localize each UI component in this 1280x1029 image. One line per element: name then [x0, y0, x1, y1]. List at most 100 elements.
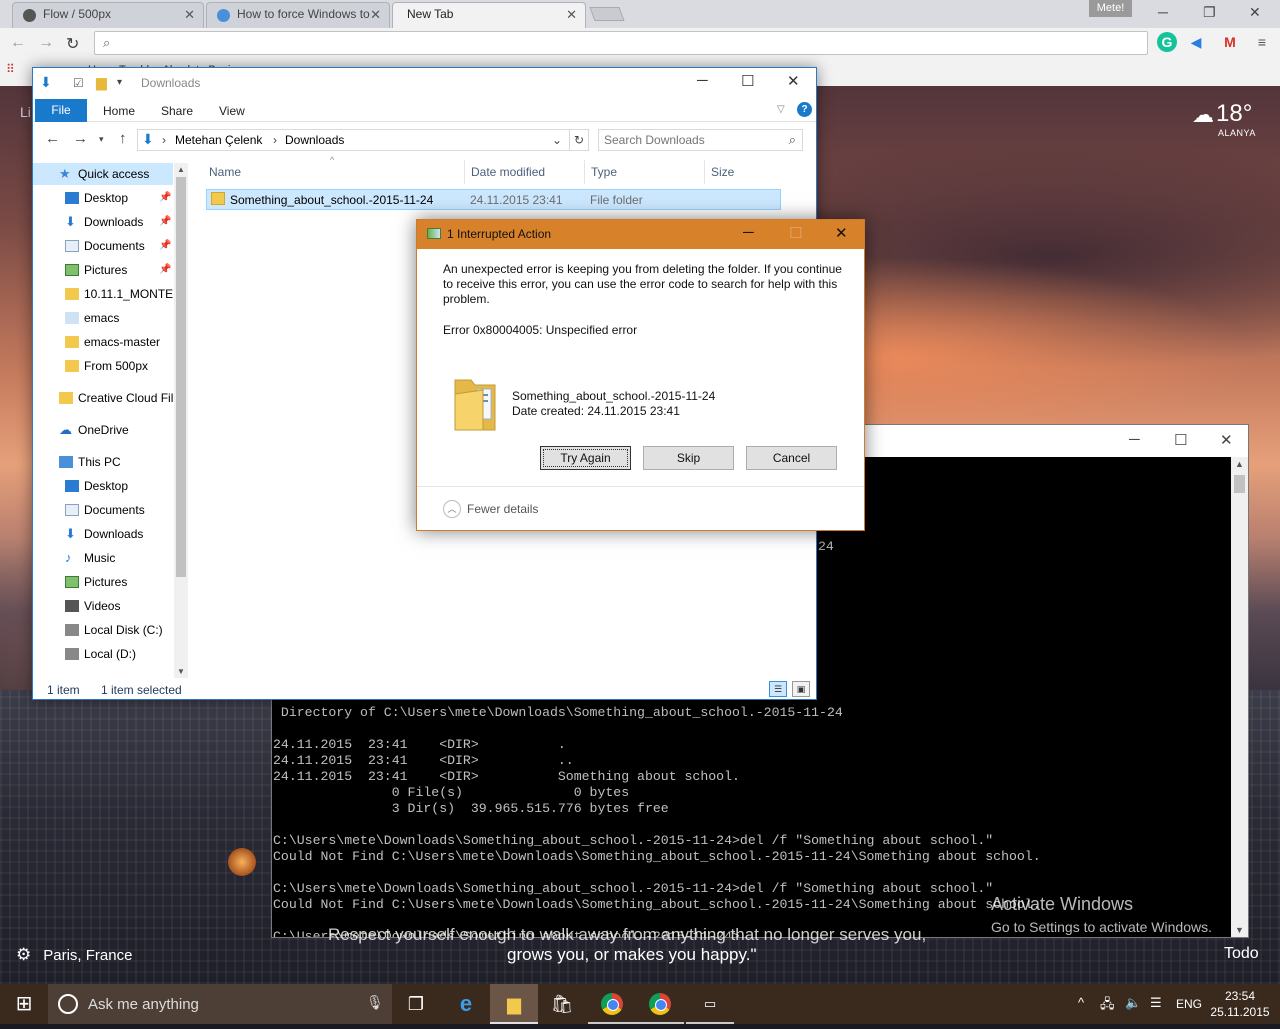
- network-icon[interactable]: 🖧: [1100, 995, 1115, 1017]
- microphone-icon[interactable]: 🎙: [366, 994, 384, 1011]
- nav-item-downloads[interactable]: ⬇ Downloads 📌: [33, 211, 173, 233]
- browser-tab-newtab[interactable]: New Tab ✕: [392, 2, 586, 28]
- nav-item-desktop[interactable]: Desktop: [33, 475, 173, 497]
- console-scrollbar[interactable]: ▲ ▼: [1231, 457, 1248, 937]
- nav-item-pictures[interactable]: Pictures: [33, 571, 173, 593]
- nav-item-desktop[interactable]: Desktop 📌: [33, 187, 173, 209]
- nav-item-documents[interactable]: Documents 📌: [33, 235, 173, 257]
- reload-icon[interactable]: ↻: [66, 34, 79, 54]
- file-explorer-icon[interactable]: ▆: [490, 984, 538, 1024]
- nav-scrollbar[interactable]: ▲ ▼: [174, 163, 188, 678]
- column-divider[interactable]: [464, 160, 465, 184]
- address-bar[interactable]: ⌕: [94, 31, 1148, 55]
- refresh-icon[interactable]: ↻: [569, 129, 589, 151]
- explorer-address-bar[interactable]: ⬇ › Metehan Çelenk › Downloads ⌄: [137, 129, 589, 151]
- file-row[interactable]: Something_about_school.-2015-11-24 24.11…: [206, 189, 781, 210]
- try-again-button[interactable]: Try Again: [540, 446, 631, 470]
- new-tab-button[interactable]: [589, 7, 625, 21]
- column-name[interactable]: Name: [209, 165, 241, 179]
- ribbon-tab-share[interactable]: Share: [161, 104, 193, 118]
- chrome-profile-icon[interactable]: [636, 984, 684, 1024]
- nav-item-documents[interactable]: Documents: [33, 499, 173, 521]
- ribbon-tab-home[interactable]: Home: [103, 104, 135, 118]
- chevron-down-icon[interactable]: ⌄: [552, 133, 562, 147]
- nav-item-downloads[interactable]: ⬇ Downloads: [33, 523, 173, 545]
- close-tab-icon[interactable]: ✕: [566, 3, 577, 26]
- gmail-extension-icon[interactable]: M: [1220, 32, 1240, 52]
- large-icons-view-icon[interactable]: ▣: [792, 681, 810, 697]
- breadcrumb-user[interactable]: Metehan Çelenk: [175, 133, 262, 147]
- windows-start-icon[interactable]: ⊞: [0, 984, 48, 1024]
- browser-tab-howto[interactable]: How to force Windows to ✕: [206, 2, 390, 28]
- close-icon[interactable]: ✕: [787, 72, 800, 90]
- megaphone-extension-icon[interactable]: ◀: [1186, 32, 1206, 52]
- minimize-icon[interactable]: ─: [697, 72, 708, 89]
- properties-icon[interactable]: ☑: [73, 76, 84, 90]
- back-arrow-icon[interactable]: ←: [10, 34, 26, 52]
- column-divider[interactable]: [584, 160, 585, 184]
- nav-item-10-11-1-montez[interactable]: 10.11.1_MONTEZ: [33, 283, 173, 305]
- nav-item-pictures[interactable]: Pictures 📌: [33, 259, 173, 281]
- action-center-icon[interactable]: ☰: [1150, 995, 1162, 1011]
- nav-item-emacs-master[interactable]: emacs-master: [33, 331, 173, 353]
- close-icon[interactable]: ✕: [835, 224, 848, 242]
- search-input[interactable]: [604, 133, 774, 147]
- up-arrow-icon[interactable]: ↑: [119, 130, 127, 147]
- nav-item-videos[interactable]: Videos: [33, 595, 173, 617]
- help-icon[interactable]: ?: [797, 102, 812, 117]
- minimize-icon[interactable]: ─: [1158, 4, 1168, 20]
- scrollbar-thumb[interactable]: [1234, 475, 1245, 493]
- ribbon-file-tab[interactable]: File: [35, 99, 87, 122]
- maximize-icon[interactable]: ☐: [741, 72, 754, 90]
- column-divider[interactable]: [704, 160, 705, 184]
- scrollbar-thumb[interactable]: [176, 177, 186, 577]
- command-prompt-icon[interactable]: ▭: [686, 984, 734, 1024]
- maximize-icon[interactable]: ☐: [1174, 431, 1187, 449]
- cortana-search[interactable]: Ask me anything 🎙: [48, 984, 392, 1024]
- recent-locations-icon[interactable]: ▾: [99, 134, 104, 145]
- browser-tab-flow[interactable]: Flow / 500px ✕: [12, 2, 204, 28]
- nav-item-local-d[interactable]: Local (D:): [33, 643, 173, 665]
- nav-item-local-disk-c[interactable]: Local Disk (C:): [33, 619, 173, 641]
- customize-qat-icon[interactable]: ▾: [117, 77, 122, 88]
- ribbon-tab-view[interactable]: View: [219, 104, 245, 118]
- volume-icon[interactable]: 🔈: [1125, 995, 1141, 1011]
- nav-item-emacs[interactable]: emacs: [33, 307, 173, 329]
- nav-item-music[interactable]: ♪ Music: [33, 547, 173, 569]
- apps-grid-icon[interactable]: ⠿: [6, 62, 15, 76]
- skip-button[interactable]: Skip: [643, 446, 734, 470]
- menu-icon[interactable]: ≡: [1252, 32, 1272, 52]
- forward-arrow-icon[interactable]: →: [73, 130, 88, 147]
- scroll-down-icon[interactable]: ▼: [1235, 925, 1244, 935]
- scroll-up-icon[interactable]: ▲: [177, 165, 185, 174]
- close-icon[interactable]: ✕: [1249, 4, 1261, 21]
- explorer-search[interactable]: ⌕: [598, 129, 803, 151]
- nav-item-creative-cloud-fil[interactable]: Creative Cloud Fil: [33, 387, 173, 409]
- minimize-icon[interactable]: ─: [743, 224, 754, 241]
- todo-link[interactable]: Todo: [1224, 945, 1259, 963]
- system-clock[interactable]: 23:54 25.11.2015: [1208, 988, 1272, 1020]
- restore-icon[interactable]: ❐: [1203, 4, 1216, 21]
- expand-ribbon-icon[interactable]: ▽: [777, 104, 785, 115]
- new-folder-icon[interactable]: ▆: [96, 74, 107, 91]
- language-indicator[interactable]: ENG: [1176, 997, 1202, 1011]
- close-icon[interactable]: ✕: [1220, 431, 1233, 449]
- back-arrow-icon[interactable]: ←: [45, 130, 60, 147]
- chrome-icon[interactable]: [588, 984, 636, 1024]
- show-hidden-icons-icon[interactable]: ^: [1078, 995, 1084, 1010]
- edge-browser-icon[interactable]: e: [442, 984, 490, 1024]
- forward-arrow-icon[interactable]: →: [38, 34, 54, 52]
- cancel-button[interactable]: Cancel: [746, 446, 837, 470]
- nav-item-this-pc[interactable]: This PC: [33, 451, 173, 473]
- profile-badge[interactable]: Mete!: [1089, 0, 1132, 17]
- close-tab-icon[interactable]: ✕: [184, 3, 195, 26]
- close-tab-icon[interactable]: ✕: [370, 3, 381, 26]
- task-view-icon[interactable]: ❐: [392, 984, 440, 1024]
- store-icon[interactable]: 🛍: [538, 984, 586, 1024]
- nav-item-onedrive[interactable]: ☁ OneDrive: [33, 419, 173, 441]
- minimize-icon[interactable]: ─: [1129, 431, 1140, 448]
- location-label[interactable]: ⚙ Paris, France: [16, 945, 132, 965]
- nav-item-quick-access[interactable]: ★ Quick access: [33, 163, 173, 185]
- column-size[interactable]: Size: [711, 165, 734, 179]
- column-type[interactable]: Type: [591, 165, 617, 179]
